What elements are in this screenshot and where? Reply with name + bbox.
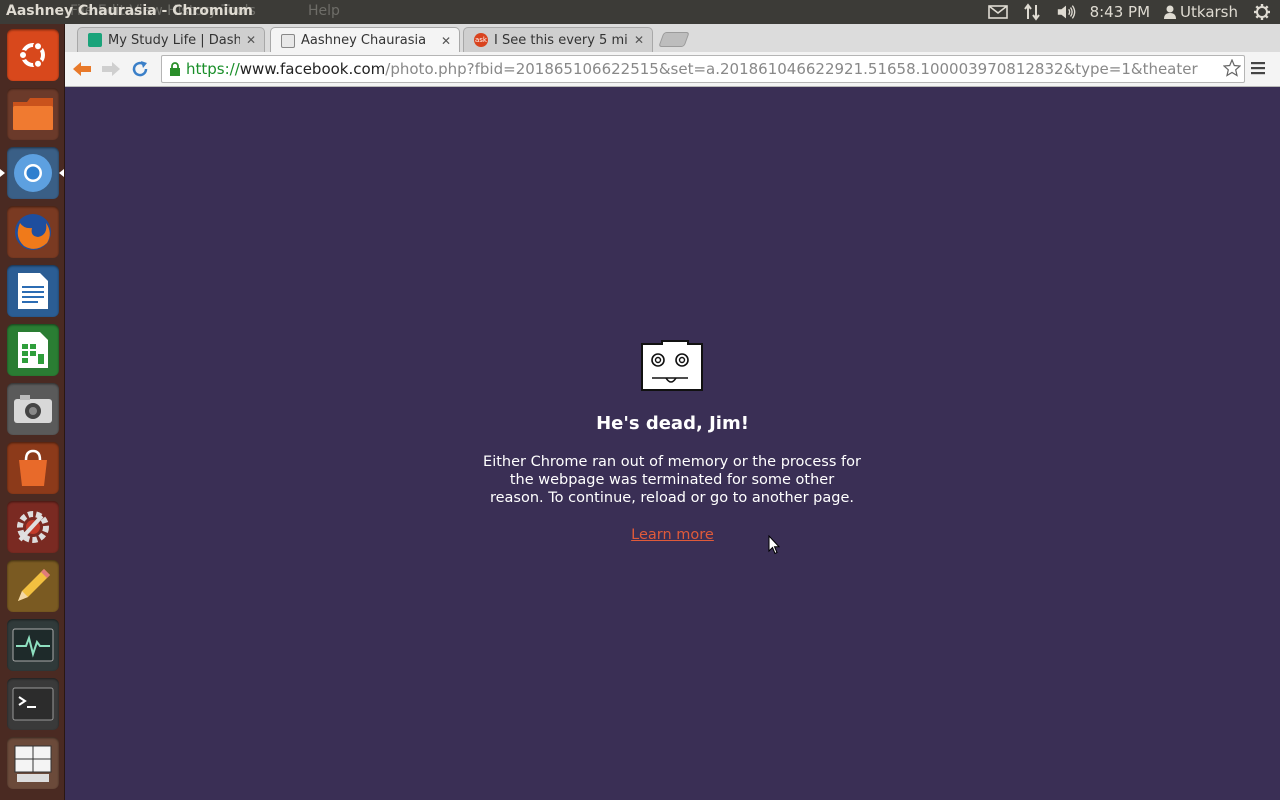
calc-icon xyxy=(18,332,48,368)
user-menu[interactable]: Utkarsh xyxy=(1164,3,1238,21)
power-icon[interactable] xyxy=(1252,3,1272,21)
url-path: /photo.php?fbid=201865106622515&set=a.20… xyxy=(385,60,1198,78)
page-favicon-icon xyxy=(281,33,295,48)
bookmark-star-icon[interactable] xyxy=(1223,59,1241,77)
forward-button[interactable] xyxy=(100,58,122,80)
launcher xyxy=(0,24,65,800)
lock-icon xyxy=(170,62,180,76)
terminal-icon xyxy=(12,687,54,721)
workspace-switcher-button[interactable] xyxy=(7,737,59,789)
close-icon[interactable]: ✕ xyxy=(634,33,644,47)
url-host: www.facebook.com xyxy=(239,60,386,78)
reload-button[interactable] xyxy=(129,58,151,80)
network-icon[interactable] xyxy=(1022,3,1042,21)
study-life-favicon-icon xyxy=(88,33,102,47)
calc-button[interactable] xyxy=(7,324,59,376)
address-bar[interactable]: https://www.facebook.com/photo.php?fbid=… xyxy=(161,55,1245,83)
window-title: Aashney Chaurasia - Chromium xyxy=(6,3,253,19)
browser-toolbar: https://www.facebook.com/photo.php?fbid=… xyxy=(65,52,1280,87)
back-button[interactable] xyxy=(71,58,93,80)
files-button[interactable] xyxy=(7,88,59,140)
terminal-button[interactable] xyxy=(7,678,59,730)
learn-more-link[interactable]: Learn more xyxy=(631,527,714,543)
tab-label: I See this every 5 minu xyxy=(494,32,628,48)
system-monitor-button[interactable] xyxy=(7,619,59,671)
url-scheme: https:// xyxy=(186,60,240,78)
sad-tab-icon xyxy=(641,340,703,391)
camera-button[interactable] xyxy=(7,383,59,435)
tab-strip: My Study Life | Dashbo ✕ Aashney Chauras… xyxy=(65,24,1280,53)
tab-label: My Study Life | Dashbo xyxy=(108,32,240,48)
text-editor-icon xyxy=(18,569,50,601)
text-editor-button[interactable] xyxy=(7,560,59,612)
active-app-indicator-right xyxy=(59,169,64,177)
crash-title: He's dead, Jim! xyxy=(596,413,749,434)
firefox-button[interactable] xyxy=(7,206,59,258)
tab-ask[interactable]: ask I See this every 5 minu ✕ xyxy=(463,27,653,52)
writer-button[interactable] xyxy=(7,265,59,317)
system-monitor-icon xyxy=(12,628,54,662)
tab-my-study-life[interactable]: My Study Life | Dashbo ✕ xyxy=(77,27,265,52)
volume-icon[interactable] xyxy=(1056,3,1076,21)
top-panel: File Edit View History Tools Aashney Cha… xyxy=(0,0,1280,24)
back-arrow-icon xyxy=(73,62,91,76)
learn-more-container: Learn more xyxy=(65,527,1280,543)
new-tab-button[interactable] xyxy=(658,32,690,47)
system-settings-button[interactable] xyxy=(7,501,59,553)
hamburger-menu-icon[interactable] xyxy=(1251,61,1265,75)
tab-label: Aashney Chaurasia xyxy=(301,33,427,48)
software-center-button[interactable] xyxy=(7,442,59,494)
reload-icon xyxy=(132,61,148,77)
forward-arrow-icon xyxy=(102,62,120,76)
system-settings-icon xyxy=(17,511,49,543)
user-icon xyxy=(1164,5,1177,19)
software-center-icon xyxy=(19,449,47,486)
tab-aashney-chaurasia[interactable]: Aashney Chaurasia ✕ xyxy=(270,27,460,53)
chromium-button[interactable] xyxy=(7,147,59,199)
camera-icon xyxy=(14,395,52,423)
crash-page: He's dead, Jim! Either Chrome ran out of… xyxy=(65,87,1280,800)
ask-favicon-icon: ask xyxy=(474,33,488,47)
close-icon[interactable]: ✕ xyxy=(441,34,451,48)
chromium-icon xyxy=(14,154,52,192)
indicator-area: 8:43 PM Utkarsh xyxy=(987,0,1272,24)
firefox-icon xyxy=(15,214,51,250)
menu-help[interactable]: Help xyxy=(308,3,340,19)
active-app-indicator-left xyxy=(0,169,5,177)
close-icon[interactable]: ✕ xyxy=(246,33,256,47)
user-name: Utkarsh xyxy=(1180,3,1238,21)
files-icon xyxy=(13,98,53,130)
mail-icon[interactable] xyxy=(987,3,1008,21)
ubuntu-dash-icon xyxy=(18,41,45,69)
workspace-switcher-icon xyxy=(14,745,52,782)
ubuntu-dash-button[interactable] xyxy=(7,29,59,81)
mouse-cursor-icon xyxy=(768,535,780,555)
writer-icon xyxy=(18,273,48,309)
clock[interactable]: 8:43 PM xyxy=(1090,3,1150,21)
crash-message: Either Chrome ran out of memory or the p… xyxy=(483,454,861,506)
